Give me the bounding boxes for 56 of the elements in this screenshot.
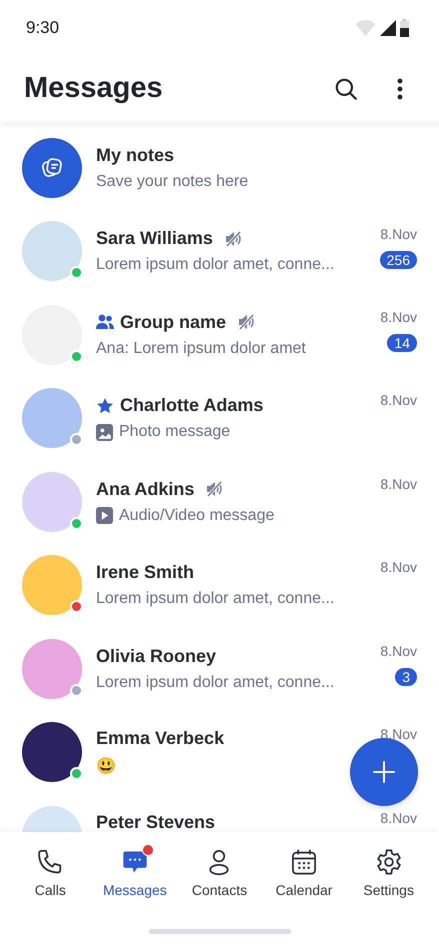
message-date: 8.Nov	[380, 226, 417, 242]
contact-name: Irene Smith	[96, 562, 194, 584]
nav-tab[interactable]: Calls	[10, 848, 90, 898]
menu-icon	[397, 76, 403, 100]
plus-icon	[372, 760, 396, 784]
message-preview: Audio/Video message	[119, 506, 274, 525]
contact-name: Peter Stevens	[96, 812, 216, 832]
chat-list-item[interactable]: Ana Adkins Audio/Video message 8.Nov	[0, 460, 439, 544]
chat-list-item[interactable]: Olivia Rooney Lorem ipsum dolor amet, conne... 8.Nov 3	[0, 627, 439, 710]
unread-count: 3	[395, 668, 417, 686]
image-icon	[96, 424, 113, 441]
message-preview: Lorem ipsum dolor amet, conne...	[96, 256, 334, 274]
status-time: 9:30	[26, 18, 60, 38]
unread-count: 256	[380, 250, 417, 269]
settings-icon	[374, 848, 403, 876]
contact-name: Charlotte Adams	[120, 395, 264, 416]
message-date: 8.Nov	[380, 559, 417, 576]
page-title: Messages	[24, 72, 164, 105]
contact-name: Emma Verbeck	[96, 728, 224, 750]
calendar-icon	[290, 848, 318, 876]
contact-name: Ana Adkins	[96, 478, 194, 500]
message-preview: Photo message	[119, 423, 230, 442]
message-date: 8.Nov	[380, 392, 417, 408]
message-preview: Save your notes here	[96, 172, 248, 191]
message-preview: Lorem ipsum dolor amet, conne...	[96, 590, 334, 608]
new-message-button[interactable]	[350, 738, 418, 806]
message-date: 8.Nov	[380, 309, 417, 326]
star-icon	[96, 396, 114, 415]
message-preview: Ana: Lorem ipsum dolor amet	[96, 340, 306, 358]
nav-tab[interactable]: Calendar	[264, 848, 344, 898]
chat-list-item[interactable]: My notes Save your notes here	[0, 126, 439, 210]
message-date: 8.Nov	[380, 643, 417, 660]
nav-tab[interactable]: Settings	[348, 848, 429, 898]
nav-tab[interactable]: Messages	[94, 848, 175, 898]
wifi-icon	[355, 20, 376, 36]
contact-name: Group name	[120, 312, 226, 333]
unread-count: 14	[387, 334, 417, 352]
chat-list-item[interactable]: Charlotte Adams Photo message 8.Nov	[0, 376, 439, 460]
chat-list-item[interactable]: Group name Ana: Lorem ipsum dolor amet 8.Nov 14	[0, 293, 439, 376]
message-preview: 😃	[96, 756, 116, 776]
play-icon	[96, 507, 113, 524]
contact-name: Olivia Rooney	[96, 646, 216, 667]
message-preview: Lorem ipsum dolor amet, conne...	[96, 674, 334, 692]
message-date: 8.Nov	[380, 726, 417, 742]
contact-name: My notes	[96, 144, 174, 166]
nav-tab[interactable]: Contacts	[179, 848, 260, 898]
message-date: 8.Nov	[380, 476, 417, 492]
message-date: 8.Nov	[380, 810, 417, 826]
chat-list-item[interactable]: Emma Verbeck 😃 8.Nov	[0, 710, 439, 794]
signal-icon	[380, 20, 396, 36]
search-icon	[333, 76, 359, 102]
chat-list-item[interactable]: Sara Williams Lorem ipsum dolor amet, conne... 8.Nov 256	[0, 210, 439, 293]
contact-name: Sara Williams	[96, 228, 213, 250]
battery-icon	[400, 18, 409, 36]
chat-list-item[interactable]: Irene Smith Lorem ipsum dolor amet, conne... 8.Nov	[0, 544, 439, 627]
group-icon	[96, 314, 114, 330]
